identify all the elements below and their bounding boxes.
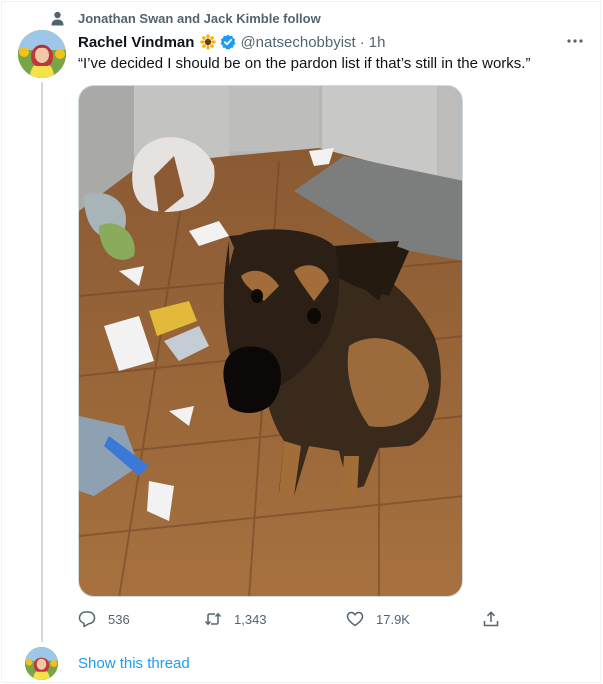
like-count: 17.9K: [376, 611, 410, 627]
retweet-button[interactable]: 1,343: [204, 608, 267, 630]
retweet-icon: [204, 612, 222, 626]
show-thread-link[interactable]: Show this thread: [78, 654, 190, 674]
reply-icon: [78, 611, 96, 628]
like-button[interactable]: 17.9K: [346, 608, 410, 630]
share-button[interactable]: [482, 608, 500, 630]
reply-count: 536: [108, 611, 130, 627]
social-context-label[interactable]: Jonathan Swan and Jack Kimble follow: [78, 11, 321, 27]
thread-connector-line: [41, 82, 43, 642]
tweet-text: “I’ve decided I should be on the pardon …: [78, 55, 531, 72]
avatar[interactable]: [18, 30, 66, 78]
display-name[interactable]: Rachel Vindman: [78, 34, 194, 51]
user-handle[interactable]: @natsechobbyist: [240, 34, 355, 51]
retweet-count: 1,343: [234, 611, 267, 627]
reply-button[interactable]: 536: [78, 608, 130, 630]
heart-icon: [346, 611, 364, 627]
tweet-actions: 536 1,343 17.9K: [78, 608, 508, 630]
dog-photo-image: [79, 86, 462, 596]
tweet-header: Rachel Vindman @natsechobbyist · 1h: [78, 32, 385, 52]
person-icon: [51, 11, 64, 26]
verified-badge-icon: [221, 34, 236, 50]
share-icon: [483, 611, 499, 627]
tweet-photo[interactable]: [78, 85, 463, 597]
timestamp[interactable]: 1h: [369, 34, 386, 51]
more-icon[interactable]: [566, 38, 584, 44]
sunflower-emoji-icon: [200, 34, 217, 50]
thread-avatar[interactable]: [25, 647, 58, 680]
separator-dot: ·: [359, 33, 365, 51]
